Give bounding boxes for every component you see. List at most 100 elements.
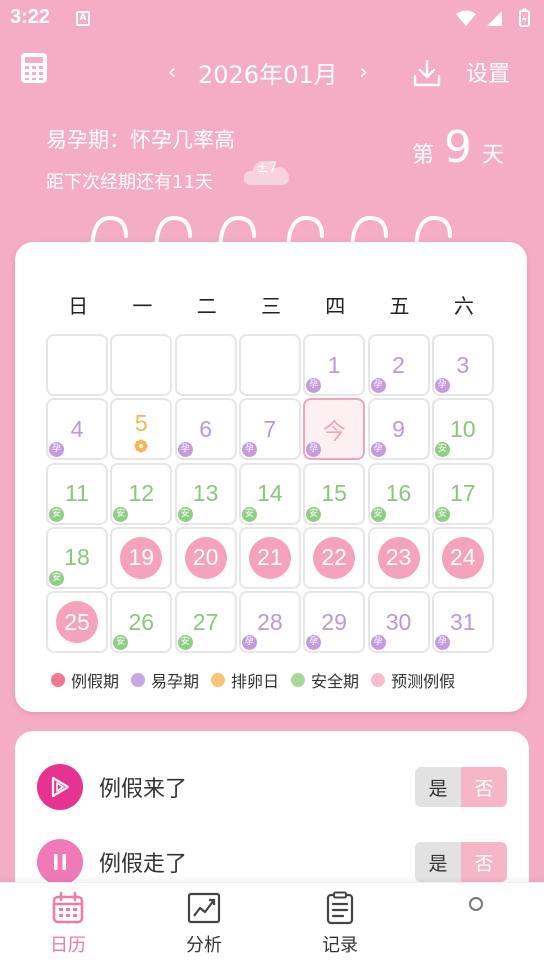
clipboard-icon: [326, 891, 354, 925]
calendar-day-cell[interactable]: 17 安: [431, 462, 494, 525]
legend-period: 例假期: [51, 668, 119, 692]
calendar-day-cell[interactable]: 1孕: [303, 334, 366, 396]
no-option[interactable]: 否: [461, 842, 507, 882]
calendar-day-cell[interactable]: 15 安: [303, 462, 366, 525]
calendar-day-cell[interactable]: 3孕: [431, 334, 494, 396]
calendar-day-cell[interactable]: 28 孕: [238, 591, 301, 654]
calendar-day-cell[interactable]: 16 安: [367, 462, 430, 525]
calendar-day-cell[interactable]: 4孕: [46, 398, 108, 461]
calendar-today-cell[interactable]: 今孕: [303, 398, 366, 461]
record-period-end: 例假走了 是 否: [37, 838, 507, 886]
calendar-day-cell[interactable]: 18 安: [46, 526, 108, 589]
tab-calendar[interactable]: 日历: [28, 891, 108, 957]
tab-records[interactable]: 记录: [300, 891, 380, 957]
calendar-day-cell[interactable]: 9孕: [367, 398, 430, 461]
safe-tag: 安: [177, 506, 193, 522]
month-title: 2026年01月: [198, 60, 338, 89]
safe-tag: 安: [49, 506, 64, 522]
legend-label: 排卵日: [231, 672, 280, 691]
legend-dot: [131, 673, 146, 687]
day-number: 23: [385, 544, 412, 571]
weekday-header: 日 一 二 三 四 五 六: [46, 290, 496, 319]
pause-icon[interactable]: [37, 839, 83, 885]
calendar-day-cell[interactable]: 23: [367, 526, 430, 589]
yes-option[interactable]: 是: [415, 842, 461, 882]
prev-month-button[interactable]: ‹: [160, 54, 184, 90]
yes-option[interactable]: 是: [415, 767, 461, 807]
day-number: 19: [128, 544, 155, 571]
no-option[interactable]: 否: [461, 767, 507, 807]
day-suffix: 天: [482, 143, 505, 168]
weekday-mon: 一: [132, 294, 153, 318]
calendar-day-cell[interactable]: 6孕: [174, 398, 237, 461]
status-time: 3:22: [10, 6, 51, 28]
download-icon[interactable]: [412, 58, 442, 88]
calendar-empty-cell: [110, 334, 173, 396]
calendar-day-cell[interactable]: 12 安: [110, 462, 173, 525]
tab-label: 分析: [186, 935, 222, 956]
calendar-day-cell[interactable]: 11 安: [46, 462, 108, 525]
day-number: 25: [64, 608, 90, 635]
weekday-thu: 四: [325, 294, 346, 318]
calendar-empty-cell: [238, 334, 301, 396]
calendar-day-cell[interactable]: 26 安: [110, 591, 173, 654]
tab-label: 日历: [50, 935, 86, 956]
safe-tag: 安: [177, 635, 193, 651]
day-number: 22: [321, 544, 347, 571]
circle-icon[interactable]: [469, 897, 483, 911]
calendar-day-cell[interactable]: 10 安: [431, 398, 494, 461]
day-prefix: 第: [412, 143, 435, 168]
pause-glyph: [54, 854, 66, 870]
safe-tag: 安: [113, 506, 129, 522]
status-bar: 3:22 A: [0, 0, 544, 36]
legend-predicted: 预测例假: [371, 668, 455, 692]
calendar-day-cell[interactable]: 27 安: [174, 591, 237, 654]
calendar-icon: [52, 891, 84, 924]
calendar-day-cell[interactable]: 5: [110, 398, 173, 461]
safe-tag: 安: [434, 442, 450, 458]
legend-label: 易孕期: [151, 672, 200, 691]
fertile-tag: 孕: [177, 442, 193, 458]
legend-label: 预测例假: [391, 672, 456, 691]
safe-tag: 安: [241, 506, 257, 522]
calendar-day-cell[interactable]: 31 孕: [431, 591, 494, 654]
play-icon[interactable]: [37, 764, 83, 810]
calendar-day-cell[interactable]: 25: [46, 591, 108, 654]
fertile-tag: 孕: [370, 442, 386, 458]
fertile-tag: 孕: [434, 635, 450, 651]
calculator-icon[interactable]: [20, 52, 48, 84]
next-month-button[interactable]: ›: [352, 54, 376, 90]
fertile-tag: 孕: [370, 378, 386, 393]
calendar-day-cell[interactable]: 20: [174, 526, 237, 589]
play-glyph: [51, 776, 70, 798]
calendar-day-cell[interactable]: 14 安: [238, 462, 301, 525]
weekday-fri: 五: [389, 294, 410, 318]
calendar-day-cell[interactable]: 2孕: [367, 334, 430, 396]
day-number: 20: [192, 544, 219, 571]
chart-icon: [187, 892, 221, 924]
calendar-day-cell[interactable]: 22: [303, 526, 366, 589]
legend-dot: [371, 673, 386, 687]
calendar-day-cell[interactable]: 30 孕: [367, 591, 430, 654]
calendar-day-cell[interactable]: 13 安: [174, 462, 237, 525]
calendar-day-cell[interactable]: 24: [431, 526, 494, 589]
safe-tag: 安: [434, 506, 450, 522]
record-label: 例假来了: [99, 777, 188, 802]
calendar-day-cell[interactable]: 21: [238, 526, 301, 589]
day-number: 21: [257, 544, 283, 571]
legend-safe: 安全期: [291, 668, 359, 692]
safe-tag: 安: [370, 506, 386, 522]
settings-button[interactable]: 设置: [466, 56, 510, 88]
tab-analysis[interactable]: 分析: [164, 891, 244, 957]
calendar-day-cell[interactable]: 19: [110, 526, 173, 589]
record-period-start: 例假来了 是 否: [37, 763, 507, 811]
fertile-tag: 孕: [434, 378, 450, 393]
calendar-day-cell[interactable]: 29 孕: [303, 591, 366, 654]
cloud-badge[interactable]: ±7: [242, 155, 292, 189]
legend-fertile: 易孕期: [131, 668, 199, 692]
fertile-tag: 孕: [370, 635, 386, 651]
calendar-empty-cell: [46, 334, 108, 396]
calendar-day-cell[interactable]: 7孕: [238, 398, 301, 461]
calendar-card: 日 一 二 三 四 五 六 1 孕 2 孕 3 孕 4 孕 5 6 孕 7 孕今孕 9 孕 10 安 11 安 12 安…: [15, 242, 527, 712]
legend-ovulation: 排卵日: [211, 668, 279, 692]
